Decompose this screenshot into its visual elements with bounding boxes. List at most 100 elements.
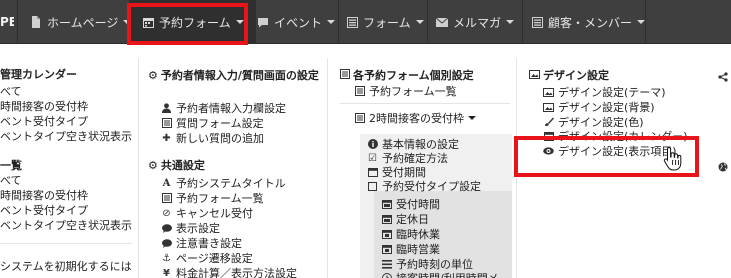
calendar-icon	[381, 199, 392, 210]
calendar-icon	[367, 167, 378, 178]
link-label: 接客時間/利用時間メ	[396, 270, 499, 278]
link-system-title[interactable]: A 予約システムタイトル	[161, 175, 286, 191]
section-heading-calendar: 管理カレンダー	[0, 68, 77, 81]
divider	[0, 243, 132, 244]
list-icon	[354, 113, 365, 124]
link-regular-holiday[interactable]: 定休日	[381, 211, 429, 227]
link-label: 予約システムタイトル	[176, 177, 286, 190]
nav-label: イベント	[274, 15, 323, 30]
picture-icon	[529, 69, 540, 82]
link-label: 注意書き設定	[176, 237, 242, 250]
link-all[interactable]: べて	[0, 83, 22, 99]
link-label: デザイン設定(表示項目)	[558, 145, 677, 158]
link-question-form[interactable]: 質問フォーム設定	[161, 115, 264, 131]
link-display-settings[interactable]: 表示設定	[161, 220, 220, 236]
calendar-icon	[381, 214, 392, 225]
hand-cursor-icon	[663, 146, 683, 172]
caret-down-icon	[327, 20, 336, 24]
link-design-theme[interactable]: デザイン設定(テーマ)	[543, 84, 666, 100]
gear-icon: ⚙	[148, 69, 158, 82]
form-selector-dropdown[interactable]: 2時間接客の受付枠	[354, 110, 476, 126]
link-price-settings[interactable]: ¥ 料金計算／表示方法設定	[161, 265, 297, 278]
table-icon	[531, 16, 543, 28]
section-heading-individual: 各予約フォーム個別設定	[340, 67, 474, 83]
link-label: キャンセル受付	[176, 207, 253, 220]
link-list-all[interactable]: べて	[0, 172, 22, 188]
column-divider	[138, 58, 139, 278]
font-icon: A	[162, 177, 171, 189]
list-icon	[340, 69, 350, 82]
link-reserver-input[interactable]: 予約者情報入力欄設定	[161, 100, 286, 116]
link-notes-settings[interactable]: 注意書き設定	[161, 235, 242, 251]
file-icon	[30, 16, 42, 28]
nav-item-customers[interactable]: 顧客・メンバー	[531, 0, 646, 44]
nav-separator	[522, 0, 523, 44]
picture-icon	[543, 102, 554, 113]
envelope-icon	[436, 16, 448, 28]
column-divider	[327, 58, 328, 278]
link-label: デザイン設定(テーマ)	[558, 86, 666, 99]
caret-down-icon	[415, 20, 424, 24]
ban-icon: ⊘	[162, 207, 171, 219]
link-label: 受付時間	[396, 198, 440, 211]
nav-label: メルマガ	[453, 15, 502, 30]
section-heading-list: 一覧	[0, 159, 22, 172]
link-cancel[interactable]: ⊘ キャンセル受付	[161, 205, 253, 221]
bars-icon	[381, 259, 392, 270]
calendar-icon	[381, 244, 392, 255]
link-list-time-slots[interactable]: 時間接客の受付枠	[0, 187, 88, 203]
nav-item-form[interactable]: フォーム	[346, 0, 424, 44]
brush-icon	[543, 117, 554, 128]
square-icon	[367, 181, 378, 192]
list-icon	[161, 118, 172, 129]
link-label: 新しい質問の追加	[176, 132, 264, 145]
link-service-time[interactable]: 接客時間/利用時間メ	[381, 270, 499, 278]
link-design-background[interactable]: デザイン設定(背景)	[543, 99, 655, 115]
link-design-display-items[interactable]: デザイン設定(表示項目)	[543, 143, 680, 159]
list-icon	[346, 16, 358, 28]
nav-item-event[interactable]: イベント	[257, 0, 336, 44]
heading-text: 予約者情報入力/質問画面の設定	[160, 69, 319, 82]
link-label: 質問フォーム設定	[176, 117, 264, 130]
globe-icon[interactable]	[718, 157, 728, 172]
anchor-icon: ⚓	[162, 252, 171, 264]
calendar-icon	[381, 229, 392, 240]
section-heading-reserver-info: ⚙ 予約者情報入力/質問画面の設定	[148, 67, 319, 83]
nav-item-mailmag[interactable]: メルマガ	[436, 0, 515, 44]
nav-separator	[427, 0, 428, 44]
plus-icon: ✚	[162, 132, 171, 144]
dropdown-label: 2時間接客の受付枠	[369, 112, 464, 125]
link-label: 予約者情報入力欄設定	[176, 102, 286, 115]
link-form-list[interactable]: 予約フォーム一覧	[161, 190, 264, 206]
section-heading-design: デザイン設定	[529, 67, 609, 83]
link-event-availability[interactable]: ベントタイプ空き状況表示	[0, 128, 132, 144]
link-temp-closed[interactable]: 臨時休業	[381, 226, 440, 242]
link-list-event-types[interactable]: ベント受付タイプ	[0, 202, 88, 218]
list-icon	[161, 193, 172, 204]
comment-icon	[161, 238, 172, 249]
red-highlight-box-nav	[127, 3, 248, 45]
link-label: 臨時営業	[396, 243, 440, 256]
user-icon	[161, 103, 172, 114]
comment-icon	[257, 16, 269, 28]
eye-icon	[543, 146, 554, 157]
link-accept-type[interactable]: 予約受付タイプ設定	[367, 178, 481, 194]
link-time-slots[interactable]: 時間接客の受付枠	[0, 98, 88, 114]
info-icon	[367, 139, 378, 150]
link-label: デザイン設定(背景)	[558, 101, 655, 114]
link-add-question[interactable]: ✚ 新しい質問の追加	[161, 130, 264, 146]
link-list-event-availability[interactable]: ベントタイプ空き状況表示	[0, 217, 132, 233]
link-label: 臨時休業	[396, 228, 440, 241]
link-reset-system[interactable]: システムを初期化するには	[0, 258, 132, 274]
link-event-types[interactable]: ベント受付タイプ	[0, 113, 88, 129]
caret-down-icon	[506, 20, 515, 24]
share-icon[interactable]	[718, 67, 728, 82]
link-page-transition[interactable]: ⚓ ページ遷移設定	[161, 250, 253, 266]
link-reservation-form-list[interactable]: 予約フォーム一覧	[354, 83, 457, 99]
link-label: 表示設定	[176, 222, 220, 235]
link-accept-time[interactable]: 受付時間	[381, 196, 440, 212]
nav-item-homepage[interactable]: ホームページ	[30, 0, 132, 44]
caret-down-icon	[468, 116, 476, 120]
gear-icon: ⚙	[148, 159, 158, 172]
link-temp-open[interactable]: 臨時営業	[381, 241, 440, 257]
